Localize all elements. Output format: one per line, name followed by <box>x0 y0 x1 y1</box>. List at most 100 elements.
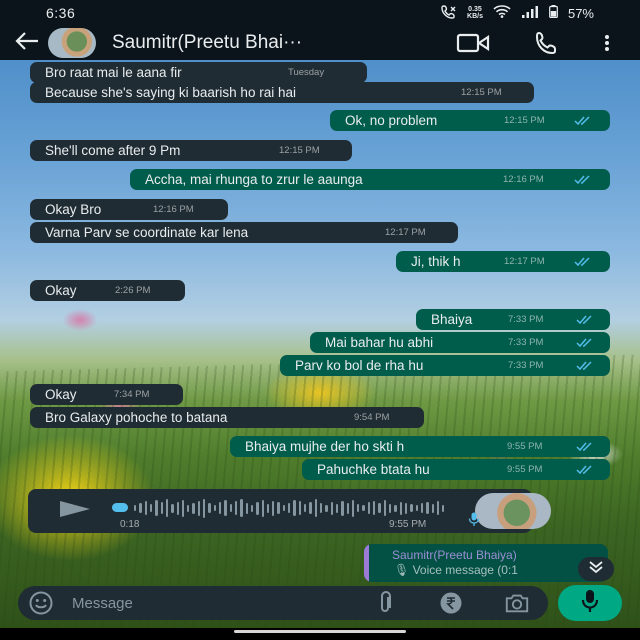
message-text: Bro Galaxy pohoche to batana <box>45 410 228 425</box>
home-gesture-handle[interactable] <box>234 630 406 633</box>
message-text: Varna Parv se coordinate kar lena <box>45 225 249 240</box>
message-text: Okay Bro <box>45 202 102 217</box>
waveform-bar <box>229 504 232 512</box>
wifi-icon <box>493 5 511 21</box>
voice-progress-handle[interactable] <box>112 503 128 512</box>
voice-message[interactable]: 0:18 9:55 PM <box>28 489 551 533</box>
waveform-bar <box>436 501 440 515</box>
read-ticks-icon <box>576 361 592 371</box>
waveform-bar <box>383 500 386 516</box>
small-mic-icon: 🎙 <box>394 563 410 577</box>
waveform-bar <box>272 500 275 516</box>
reply-preview[interactable]: Saumitr(Preetu Bhaiya) 🎙 Voice message (… <box>364 544 608 582</box>
reply-sender-name: Saumitr(Preetu Bhaiya) <box>392 548 517 562</box>
message-bubble[interactable]: Ji, thik h 12:17 PM <box>396 251 610 272</box>
camera-icon[interactable] <box>504 590 530 616</box>
emoji-icon[interactable] <box>26 588 56 618</box>
message-bubble[interactable]: Bro raat mai le aana fir Tuesday <box>30 62 367 83</box>
voice-waveform[interactable] <box>134 498 445 518</box>
read-ticks-icon <box>574 116 590 126</box>
waveform-bar <box>187 504 190 512</box>
composer-actions <box>372 590 530 616</box>
message-bubble[interactable]: Okay Bro 12:16 PM <box>30 199 228 220</box>
waveform-bar <box>234 501 238 515</box>
message-bubble[interactable]: Bro Galaxy pohoche to batana 9:54 PM <box>30 407 424 428</box>
message-bubble[interactable]: Because she's saying ki baarish ho rai h… <box>30 82 534 103</box>
waveform-bar <box>213 505 216 511</box>
waveform-bar <box>134 505 137 511</box>
contact-avatar[interactable] <box>48 28 96 58</box>
message-time: 12:15 PM <box>461 87 502 98</box>
play-icon[interactable] <box>60 501 90 517</box>
message-text: Okay <box>45 387 77 402</box>
waveform-bar <box>208 503 211 513</box>
back-button[interactable] <box>6 26 48 60</box>
waveform-bar <box>219 502 222 514</box>
waveform-bar <box>420 503 424 513</box>
waveform-bar <box>139 503 142 513</box>
message-time: 7:34 PM <box>114 389 150 400</box>
waveform-bar <box>256 501 259 515</box>
waveform-bar <box>404 502 408 514</box>
waveform-bar <box>293 500 296 516</box>
waveform-bar <box>176 501 179 515</box>
message-bubble[interactable]: Accha, mai rhunga to zrur le aaunga 12:1… <box>130 169 610 190</box>
message-bubble[interactable]: Okay 2:26 PM <box>30 280 185 301</box>
read-ticks-icon <box>574 257 590 267</box>
message-text: Accha, mai rhunga to zrur le aaunga <box>145 172 363 187</box>
read-ticks-icon <box>576 338 592 348</box>
message-bubble[interactable]: Ok, no problem 12:15 PM <box>330 110 610 131</box>
chat-header: Saumitr(Preetu Bhai··· <box>0 26 640 60</box>
message-time: 9:55 PM <box>507 464 543 475</box>
message-text: Because she's saying ki baarish ho rai h… <box>45 85 296 100</box>
waveform-bar <box>261 499 264 517</box>
system-nav-bar <box>0 628 640 640</box>
message-time: 9:54 PM <box>354 412 390 423</box>
waveform-bar <box>203 498 206 518</box>
record-voice-button[interactable] <box>558 585 622 621</box>
message-input[interactable] <box>72 588 312 618</box>
waveform-bar <box>373 501 376 515</box>
message-time: 12:16 PM <box>153 204 194 215</box>
voice-call-icon[interactable] <box>534 26 560 60</box>
waveform-bar <box>240 499 243 517</box>
voice-time: 9:55 PM <box>389 519 427 530</box>
message-bubble[interactable]: Bhaiya 7:33 PM <box>416 309 610 330</box>
header-actions <box>456 26 610 60</box>
message-bubble[interactable]: Pahuchke btata hu 9:55 PM <box>302 459 610 480</box>
contact-name[interactable]: Saumitr(Preetu Bhai··· <box>112 32 412 54</box>
waveform-bar <box>304 504 307 512</box>
message-bubble[interactable]: Bhaiya mujhe der ho skti h 9:55 PM <box>230 436 610 457</box>
scroll-to-bottom-button[interactable] <box>578 557 614 581</box>
payment-icon[interactable] <box>438 590 464 616</box>
network-speed-value: 0.35 <box>468 6 482 13</box>
waveform-bar <box>165 499 169 517</box>
waveform-bar <box>399 501 402 515</box>
message-bubble[interactable]: She'll come after 9 Pm 12:15 PM <box>30 140 352 161</box>
message-bubble[interactable]: Varna Parv se coordinate kar lena 12:17 … <box>30 222 458 243</box>
video-call-icon[interactable] <box>456 26 490 60</box>
waveform-bar <box>160 502 163 514</box>
more-options-icon[interactable] <box>604 26 610 60</box>
waveform-bar <box>426 502 429 514</box>
message-bubble[interactable]: Parv ko bol de rha hu 7:33 PM <box>280 355 610 376</box>
waveform-bar <box>367 502 371 514</box>
message-text: Pahuchke btata hu <box>317 462 430 477</box>
network-speed: 0.35 KB/s <box>467 6 483 20</box>
call-status-icon <box>441 4 457 22</box>
waveform-bar <box>181 499 185 517</box>
message-bubble[interactable]: Okay 7:34 PM <box>30 384 183 405</box>
avatar <box>48 28 96 58</box>
double-chevron-down-icon <box>588 560 604 579</box>
read-ticks-icon <box>574 175 590 185</box>
chat-screen: 6:36 0.35 KB/s 57% Saumitr(Preetu Bhai··… <box>0 0 640 640</box>
attach-icon[interactable] <box>372 590 398 616</box>
reply-snippet-text: Voice message (0:1 <box>412 563 518 577</box>
waveform-bar <box>389 503 392 513</box>
waveform-bar <box>192 502 195 514</box>
waveform-bar <box>415 505 418 511</box>
waveform-bar <box>335 503 339 513</box>
message-bubble[interactable]: Mai bahar hu abhi 7:33 PM <box>310 332 610 353</box>
read-ticks-icon <box>576 315 592 325</box>
message-text: Ok, no problem <box>345 113 438 128</box>
